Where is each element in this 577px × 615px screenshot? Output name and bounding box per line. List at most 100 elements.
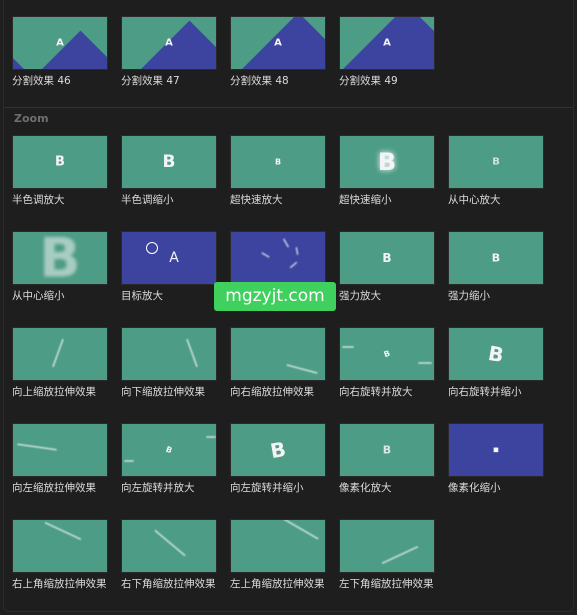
effect-thumbnail [230,231,326,285]
effect-tile[interactable]: 向右缩放拉伸效果 [230,327,326,398]
effect-thumbnail: A [121,231,217,285]
thumbnail-glyph: A [56,37,64,49]
section-divider [4,107,573,108]
effect-thumbnail: B [230,135,326,189]
effect-label: 向下缩放拉伸效果 [121,386,205,398]
effect-tile[interactable]: B 强力放大 [339,231,435,302]
effect-tile[interactable]: A 目标放大 [121,231,217,302]
effect-label: 向右旋转并放大 [339,386,413,398]
effect-tile[interactable]: B 超快速缩小 [339,135,435,206]
effect-tile[interactable]: B 超快速放大 [230,135,326,206]
effect-label: 右上角缩放拉伸效果 [12,578,107,590]
thumbnail-glyph: B [164,444,174,456]
effect-tile[interactable]: B 向右旋转并缩小 [448,327,544,398]
effect-tile[interactable]: B 像素化放大 [339,423,435,494]
effect-tile[interactable]: A 分割效果 47 [121,16,217,87]
effect-thumbnail: A [339,16,435,70]
thumbnail-glyph: B [382,251,392,265]
effect-label: 向左缩放拉伸效果 [12,482,96,494]
effect-tile[interactable]: 右下角缩放拉伸效果 [121,519,217,590]
effect-label: 右下角缩放拉伸效果 [121,578,216,590]
thumbnail-glyph: A [169,250,179,266]
effect-thumbnail: A [230,16,326,70]
effect-tile[interactable]: B 向左旋转并放大 [121,423,217,494]
thumbnail-glyph: B [377,148,397,176]
effect-tile[interactable]: B 向右旋转并放大 [339,327,435,398]
effect-label: 左上角缩放拉伸效果 [230,578,325,590]
effect-label: 半色调缩小 [121,194,174,206]
thumbnail-glyph: B [382,443,392,457]
effect-thumbnail: B [339,135,435,189]
effect-label: 像素化缩小 [448,482,501,494]
effect-thumbnail [230,519,326,573]
effect-label: 强力放大 [339,290,381,302]
effect-label: 向右缩放拉伸效果 [230,386,314,398]
effect-thumbnail: B [339,423,435,477]
thumbnail-glyph: A [383,37,391,49]
effect-thumbnail: B [339,327,435,381]
effect-thumbnail: B [12,231,108,285]
effect-thumbnail: B [339,231,435,285]
effects-panel: A 分割效果 46 A 分割效果 47 A 分割效果 48 A 分割效果 49 … [3,0,574,612]
thumbnail-glyph: B [486,340,506,368]
effect-thumbnail: B [121,423,217,477]
effect-tile[interactable]: A 分割效果 48 [230,16,326,87]
effect-thumbnail: B [230,423,326,477]
effect-tile[interactable]: A 分割效果 46 [12,16,108,87]
effect-tile[interactable]: 左上角缩放拉伸效果 [230,519,326,590]
thumbnail-glyph: B [39,231,81,285]
effect-thumbnail: ■ [448,423,544,477]
effect-tile[interactable]: B 强力缩小 [448,231,544,302]
effect-tile[interactable]: B 半色调缩小 [121,135,217,206]
effect-label: 像素化放大 [339,482,392,494]
effect-tile[interactable]: B 从中心放大 [448,135,544,206]
effect-thumbnail: A [12,16,108,70]
effect-thumbnail [12,519,108,573]
effect-thumbnail: B [448,231,544,285]
effect-thumbnail: B [448,327,544,381]
effect-thumbnail [12,327,108,381]
thumbnail-glyph: B [274,157,282,167]
thumbnail-glyph: A [165,37,173,49]
effect-label: 从中心缩小 [12,290,65,302]
effect-label: 半色调放大 [12,194,65,206]
effect-tile[interactable]: 向左缩放拉伸效果 [12,423,108,494]
effect-thumbnail [121,327,217,381]
effect-tile[interactable]: 右上角缩放拉伸效果 [12,519,108,590]
effect-tile[interactable]: A 分割效果 49 [339,16,435,87]
effect-thumbnail [339,519,435,573]
effect-thumbnail [12,423,108,477]
effect-label: 向左旋转并放大 [121,482,195,494]
effect-label: 向左旋转并缩小 [230,482,304,494]
thumbnail-glyph: B [55,154,65,170]
effect-thumbnail: B [121,135,217,189]
thumbnail-glyph: B [491,251,501,265]
effect-thumbnail [230,327,326,381]
effect-tile[interactable]: 向上缩放拉伸效果 [12,327,108,398]
effect-tile[interactable]: 左下角缩放拉伸效果 [339,519,435,590]
effect-tile[interactable]: B 半色调放大 [12,135,108,206]
effect-tile[interactable]: ■ 像素化缩小 [448,423,544,494]
effect-label: 向右旋转并缩小 [448,386,522,398]
effect-label: 从中心放大 [448,194,501,206]
thumbnail-glyph: A [274,37,282,49]
thumbnail-glyph: B [268,436,288,464]
effect-label: 超快速缩小 [339,194,392,206]
section-title-zoom: Zoom [14,112,49,125]
effect-label: 左下角缩放拉伸效果 [339,578,434,590]
effect-label: 分割效果 47 [121,75,180,87]
effect-label: 分割效果 49 [339,75,398,87]
effect-label: 超快速放大 [230,194,283,206]
thumbnail-glyph: B [382,348,392,360]
effect-thumbnail: A [121,16,217,70]
thumbnail-glyph: ■ [493,446,499,454]
effect-thumbnail: B [12,135,108,189]
effect-tile[interactable]: B 向左旋转并缩小 [230,423,326,494]
effect-tile[interactable]: B 从中心缩小 [12,231,108,302]
effect-label: 目标放大 [121,290,163,302]
watermark-badge: mgzyjt.com [214,282,336,311]
effect-tile[interactable]: 向下缩放拉伸效果 [121,327,217,398]
effect-label: 强力缩小 [448,290,490,302]
effect-label: 向上缩放拉伸效果 [12,386,96,398]
effect-label: 分割效果 48 [230,75,289,87]
